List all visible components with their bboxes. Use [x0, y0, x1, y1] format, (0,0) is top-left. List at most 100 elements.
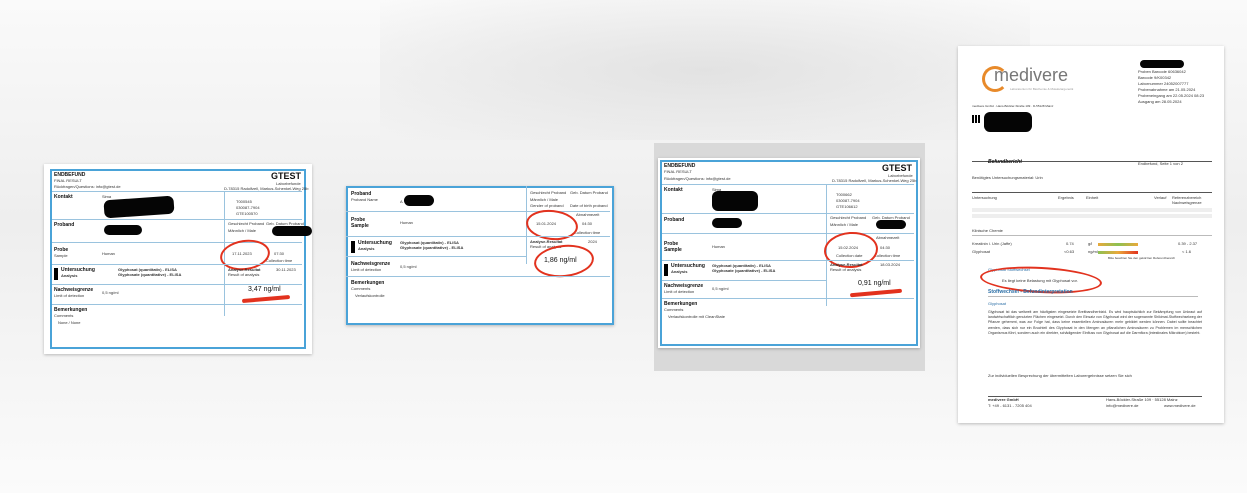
doc3-sample-label: Sample — [664, 247, 682, 253]
doc2-time: 04:30 — [582, 221, 593, 226]
doc3-human: Human — [712, 244, 725, 249]
doc1-email: Rückfragen/Questions: info@gtest.de — [54, 184, 121, 189]
doc1-comments: Comments — [54, 313, 74, 318]
doc1-rule-2 — [52, 219, 302, 220]
doc2-human: Human — [400, 220, 413, 225]
doc3-email: Rückfragen/Questions: info@gtest.de — [664, 176, 731, 181]
doc1-limit: Limit of detection — [54, 293, 85, 298]
footer-company: medivere GmbH — [988, 397, 1019, 402]
doc1-geschlecht-label: Geschlecht Proband — [228, 221, 265, 226]
row2-range-bar — [1098, 251, 1138, 254]
doc1-rule — [52, 191, 302, 192]
doc3-abnahmezeit: Abnahmezeit — [876, 235, 900, 240]
doc3-id-3: GTE106612 — [836, 204, 858, 209]
doc3-comments: Comments — [664, 307, 684, 312]
doc2-comments: Comments — [351, 286, 371, 291]
row1-ref: 0.39 - 2.37 — [1178, 241, 1198, 246]
doc3-rule-2 — [662, 213, 914, 214]
doc1-remark: None / None — [58, 320, 81, 325]
doc1-sample-label: Sample — [54, 253, 68, 258]
doc2-gender-label: Gender of proband — [530, 203, 564, 208]
doc2-limit: Limit of detection — [351, 267, 382, 272]
table-band-1 — [972, 208, 1212, 212]
row2-value: <0.63 — [1064, 249, 1075, 254]
doc1-redaction-birth — [272, 226, 312, 236]
footer-address: Hans-Böckler-Straße 109 · 55128 Mainz — [1106, 397, 1178, 402]
doc3-id-2: 030087-7904 — [836, 198, 860, 203]
row2-unit: ng/ml — [1088, 249, 1098, 254]
doc1-proband-label: Proband — [54, 222, 75, 228]
doc1-rule-5 — [52, 284, 302, 285]
doc3-proband-label: Proband — [664, 217, 685, 223]
doc3-collection-time: Collection time — [874, 253, 901, 258]
doc2-marker — [351, 241, 355, 253]
doc2-result-date: 2024 — [588, 239, 597, 244]
doc1-kontakt-name: Sima — [102, 194, 112, 199]
doc2-collection-time: Collection time — [574, 230, 601, 235]
footer-web: www.medivere.de — [1164, 403, 1196, 408]
col-nachweis: Nachweisgrenze — [1172, 200, 1202, 205]
footer-email: info@medivere.de — [1106, 403, 1139, 408]
document-2: Proband Proband Name A Geschlecht Proban… — [346, 186, 614, 325]
doc2-rule-4 — [346, 276, 610, 277]
doc3-test-2: Glyphosate (quantitative) - ELISA — [712, 268, 776, 273]
doc2-proband-sub: Proband Name — [351, 197, 378, 202]
doc3-brand: GTEST — [882, 163, 913, 173]
doc4-material: Benötigtes Untersuchungsmaterial: Urin — [972, 175, 1043, 180]
table-band-2 — [972, 214, 1212, 218]
doc2-rule-2 — [346, 236, 610, 237]
row2-ref: < 1.6 — [1182, 249, 1192, 254]
doc4-redaction-address — [984, 112, 1032, 132]
glyphosat-paragraph: Glyphosat ist das weltweit am häufigsten… — [988, 310, 1202, 335]
doc1-result-value: 3,47 ng/ml — [248, 286, 281, 293]
doc1-redaction-proband — [104, 225, 142, 235]
doc3-analysis-label: Analysis — [671, 269, 688, 274]
doc2-geburt-label: Geb. Datum Proband — [570, 190, 608, 195]
logo-text: medivere — [994, 65, 1069, 85]
doc1-id-1: T000545 — [236, 199, 252, 204]
doc4-endbefund: Endbefund, Seite 1 von 2 — [1138, 161, 1183, 166]
doc1-marker — [54, 268, 58, 280]
doc2-geschlecht-label: Geschlecht Proband — [530, 190, 567, 195]
doc3-redaction-birth — [876, 220, 906, 229]
doc2-sample-label: Sample — [351, 223, 369, 229]
document-3: ENDBEFUND FINAL RESULT Rückfragen/Questi… — [658, 158, 920, 348]
glyphosat-heading: Glyphosat — [988, 301, 1007, 306]
doc1-collection-time: Collection time — [266, 258, 293, 263]
doc1-kontakt-label: Kontakt — [54, 194, 73, 200]
doc1-human: Human — [102, 251, 115, 256]
doc4-info-1: Proben Barcode 60636042 — [1138, 69, 1186, 74]
doc1-time: 07:30 — [274, 251, 285, 256]
doc1-id-2: 030087-7904 — [236, 205, 260, 210]
col-verlauf: Verlauf — [1154, 195, 1167, 200]
row1-range-bar — [1098, 243, 1138, 246]
row1-name: Kreatinin i. Urin (Jaffe) — [972, 241, 1012, 246]
document-1: ENDBEFUND FINAL RESULT Rückfragen/Questi… — [44, 164, 312, 354]
doc3-rule-3 — [662, 233, 914, 234]
doc2-abnahmezeit: Abnahmezeit — [576, 212, 600, 217]
doc3-redaction-kontakt — [712, 191, 758, 211]
col-einheit: Einheit — [1086, 195, 1099, 200]
doc3-result-value: 0,91 ng/ml — [858, 280, 891, 287]
doc2-rule-1 — [346, 211, 610, 212]
range-note: Bitte beachten Sie den gekürzten Referen… — [1108, 256, 1176, 260]
doc3-marker — [664, 264, 668, 276]
doc1-rule-4 — [52, 264, 302, 265]
doc2-limit-value: 0,5 ng/ml — [400, 264, 417, 269]
doc1-id-3: GTE100570 — [236, 211, 258, 216]
doc1-limit-value: 0,5 ng/ml — [102, 290, 119, 295]
doc3-result-date: 18.03.2024 — [880, 262, 901, 267]
doc2-geschlecht: Männlich / Male — [530, 197, 559, 202]
doc3-limit-value: 0,5 ng/ml — [712, 286, 729, 291]
closing-text: Zur individuellen Besprechung der übermi… — [988, 373, 1132, 378]
doc3-rule-5 — [662, 280, 826, 281]
doc3-limit: Limit of detection — [664, 289, 695, 294]
doc1-result-date: 30.11.2023 — [276, 267, 296, 272]
doc2-remark: Verlaufskontrolle — [355, 293, 385, 298]
doc1-test-2: Glyphosate (quantitative) - ELISA — [118, 272, 182, 277]
doc3-kontakt-label: Kontakt — [664, 187, 683, 193]
row1-unit: g/l — [1088, 241, 1093, 246]
klinische-rule — [972, 235, 1212, 236]
section2-heading: Stoffwechsel - Befundinterpretation — [988, 289, 1073, 295]
doc4-info-4: Probenabnahme am 21.05.2024 — [1138, 87, 1196, 92]
